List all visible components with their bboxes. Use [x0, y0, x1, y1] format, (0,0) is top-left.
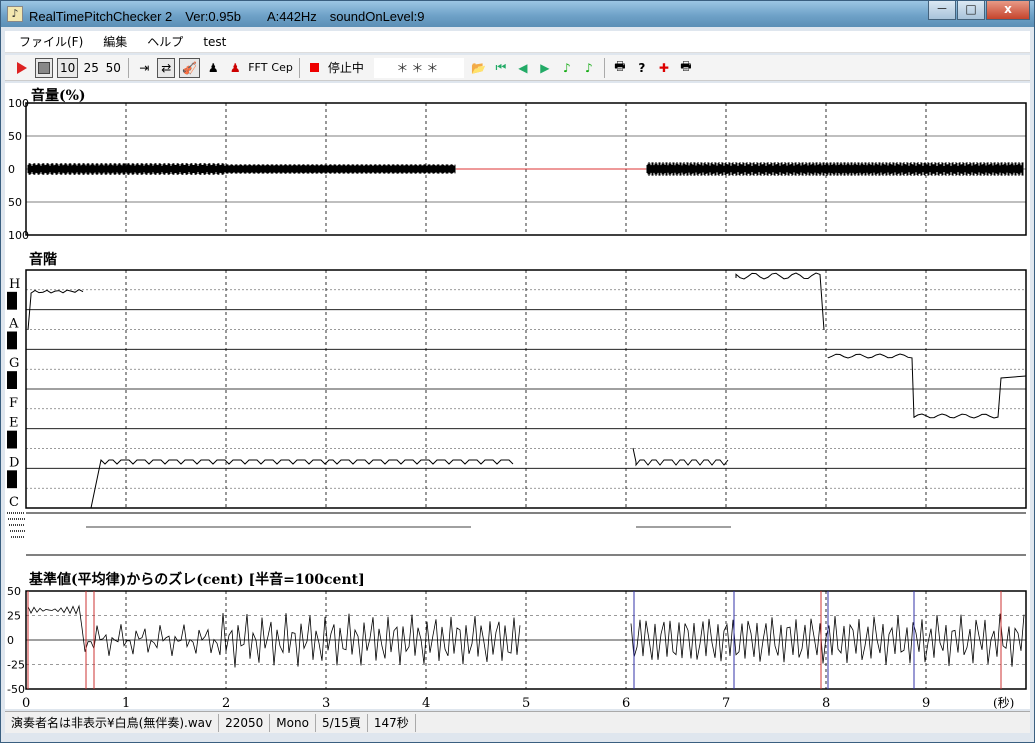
speed-25-button[interactable]: 25: [82, 58, 100, 78]
toolbar-divider: [128, 57, 130, 78]
volume-tick-label: 100: [8, 97, 29, 110]
note-alt-icon[interactable]: ♪: [580, 58, 598, 78]
window-title: RealTimePitchChecker 2 Ver:0.95b A:442Hz…: [29, 9, 425, 24]
sharp-key-marker: [7, 371, 17, 389]
sharp-key-marker: [7, 470, 17, 489]
volume-tick-label: 50: [8, 196, 22, 209]
marker-icon[interactable]: ✚: [655, 58, 673, 78]
time-tick-label: 1: [122, 696, 130, 709]
note-display: ＊＊＊: [373, 57, 464, 78]
close-button[interactable]: x: [986, 1, 1030, 20]
time-tick-label: 7: [722, 696, 730, 709]
record-stop-icon[interactable]: [306, 58, 324, 78]
menu-edit[interactable]: 編集: [103, 33, 127, 50]
toolbar: 10 25 50 ⇥ ⇄ 🎻 ♟ ♟ FFT Cep 停止中 ＊＊＊ 📂 ⏮ ◀…: [5, 55, 1030, 81]
note-label: H: [9, 277, 20, 292]
volume-tick-label: 100: [8, 229, 29, 242]
menu-bar: ファイル(F) 編集 ヘルプ test: [5, 31, 1030, 53]
time-unit-label: (秒): [993, 696, 1014, 709]
time-tick-label: 9: [922, 696, 930, 709]
violin-icon[interactable]: 🎻: [179, 57, 201, 78]
printer-icon[interactable]: 🖶: [677, 58, 695, 78]
time-tick-label: 2: [222, 696, 230, 709]
open-folder-icon[interactable]: 📂: [470, 58, 488, 78]
maximize-button[interactable]: □: [957, 1, 985, 20]
app-window: ♪ RealTimePitchChecker 2 Ver:0.95b A:442…: [0, 0, 1035, 743]
print-icon[interactable]: 🖶: [611, 58, 629, 78]
note-label: D: [9, 455, 19, 470]
file-name: 演奏者名は非表示¥白鳥(無伴奏).wav: [5, 713, 220, 732]
speed-50-button[interactable]: 50: [104, 58, 122, 78]
deviation-tick-label: -25: [7, 659, 25, 672]
help-icon[interactable]: ?: [633, 58, 651, 78]
time-tick-label: 0: [22, 696, 30, 709]
volume-tick-label: 50: [8, 130, 22, 143]
first-page-icon[interactable]: ⏮: [492, 58, 510, 78]
play-icon[interactable]: [13, 58, 31, 78]
time-tick-label: 3: [322, 696, 330, 709]
toolbar-divider: [603, 57, 605, 78]
cep-button[interactable]: Cep: [271, 58, 292, 78]
status-text: 停止中: [327, 61, 364, 75]
sharp-key-marker: [7, 430, 17, 449]
volume-tick-label: 0: [8, 163, 15, 176]
note-label: E: [9, 416, 19, 431]
menu-help[interactable]: ヘルプ: [147, 33, 183, 50]
time-tick-label: 4: [422, 696, 430, 709]
note-label: G: [9, 356, 19, 371]
deviation-tick-label: 50: [7, 585, 21, 598]
toolbar-divider: [298, 57, 300, 78]
singer-icon[interactable]: ♟: [226, 58, 244, 78]
next-page-icon[interactable]: ▶: [536, 58, 554, 78]
minimize-button[interactable]: －: [928, 1, 956, 20]
note-label: C: [9, 495, 19, 510]
app-icon: ♪: [7, 6, 23, 22]
sharp-key-marker: [7, 291, 17, 310]
duration: 147秒: [368, 713, 416, 732]
time-tick-label: 5: [522, 696, 530, 709]
time-tick-label: 6: [622, 696, 630, 709]
stop-icon[interactable]: [35, 57, 53, 78]
deviation-tick-label: -50: [7, 683, 25, 696]
sample-rate: 22050: [219, 713, 271, 732]
channel-mode: Mono: [270, 713, 316, 732]
sharp-key-marker: [7, 331, 17, 350]
deviation-tick-label: 0: [7, 634, 14, 647]
note-label: F: [9, 396, 18, 411]
deviation-tick-label: 25: [7, 610, 21, 623]
page-indicator: 5/15頁: [316, 713, 368, 732]
loop-icon[interactable]: ⇄: [157, 57, 176, 78]
menu-file[interactable]: ファイル(F): [19, 33, 83, 50]
fft-button[interactable]: FFT: [248, 58, 267, 78]
note-icon[interactable]: ♪: [558, 58, 576, 78]
chart-area: 音量(%) 音階 基準値(平均律)からのズレ(cent) [半音=100cent…: [5, 83, 1030, 709]
status-bar: 演奏者名は非表示¥白鳥(無伴奏).wav 22050 Mono 5/15頁 14…: [5, 711, 1030, 733]
time-tick-label: 8: [822, 696, 830, 709]
menu-test[interactable]: test: [203, 35, 226, 49]
person-icon[interactable]: ♟: [204, 58, 222, 78]
pitch-charts[interactable]: 10050050100HAGFEDC50250-25-500 1 2 3 4 5 6 7 8 9(…: [5, 83, 1030, 709]
note-label: A: [8, 317, 19, 332]
speed-10-button[interactable]: 10: [57, 57, 79, 78]
prev-page-icon[interactable]: ◀: [514, 58, 532, 78]
title-bar[interactable]: ♪ RealTimePitchChecker 2 Ver:0.95b A:442…: [1, 1, 1034, 27]
jump-end-icon[interactable]: ⇥: [135, 58, 153, 78]
